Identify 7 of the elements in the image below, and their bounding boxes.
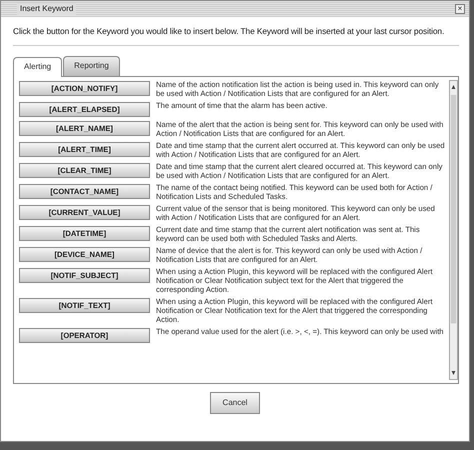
instruction-text: Click the button for the Keyword you would like to insert below. The Keyword will be inserted at your last cursor position. [13,25,459,46]
window-title: Insert Keyword [17,3,76,15]
close-button[interactable]: × [455,4,465,14]
tab[interactable]: Reporting [63,56,120,76]
tab[interactable]: Alerting [13,56,62,77]
cancel-button[interactable]: Cancel [210,392,260,414]
scrollbar[interactable] [449,80,458,380]
